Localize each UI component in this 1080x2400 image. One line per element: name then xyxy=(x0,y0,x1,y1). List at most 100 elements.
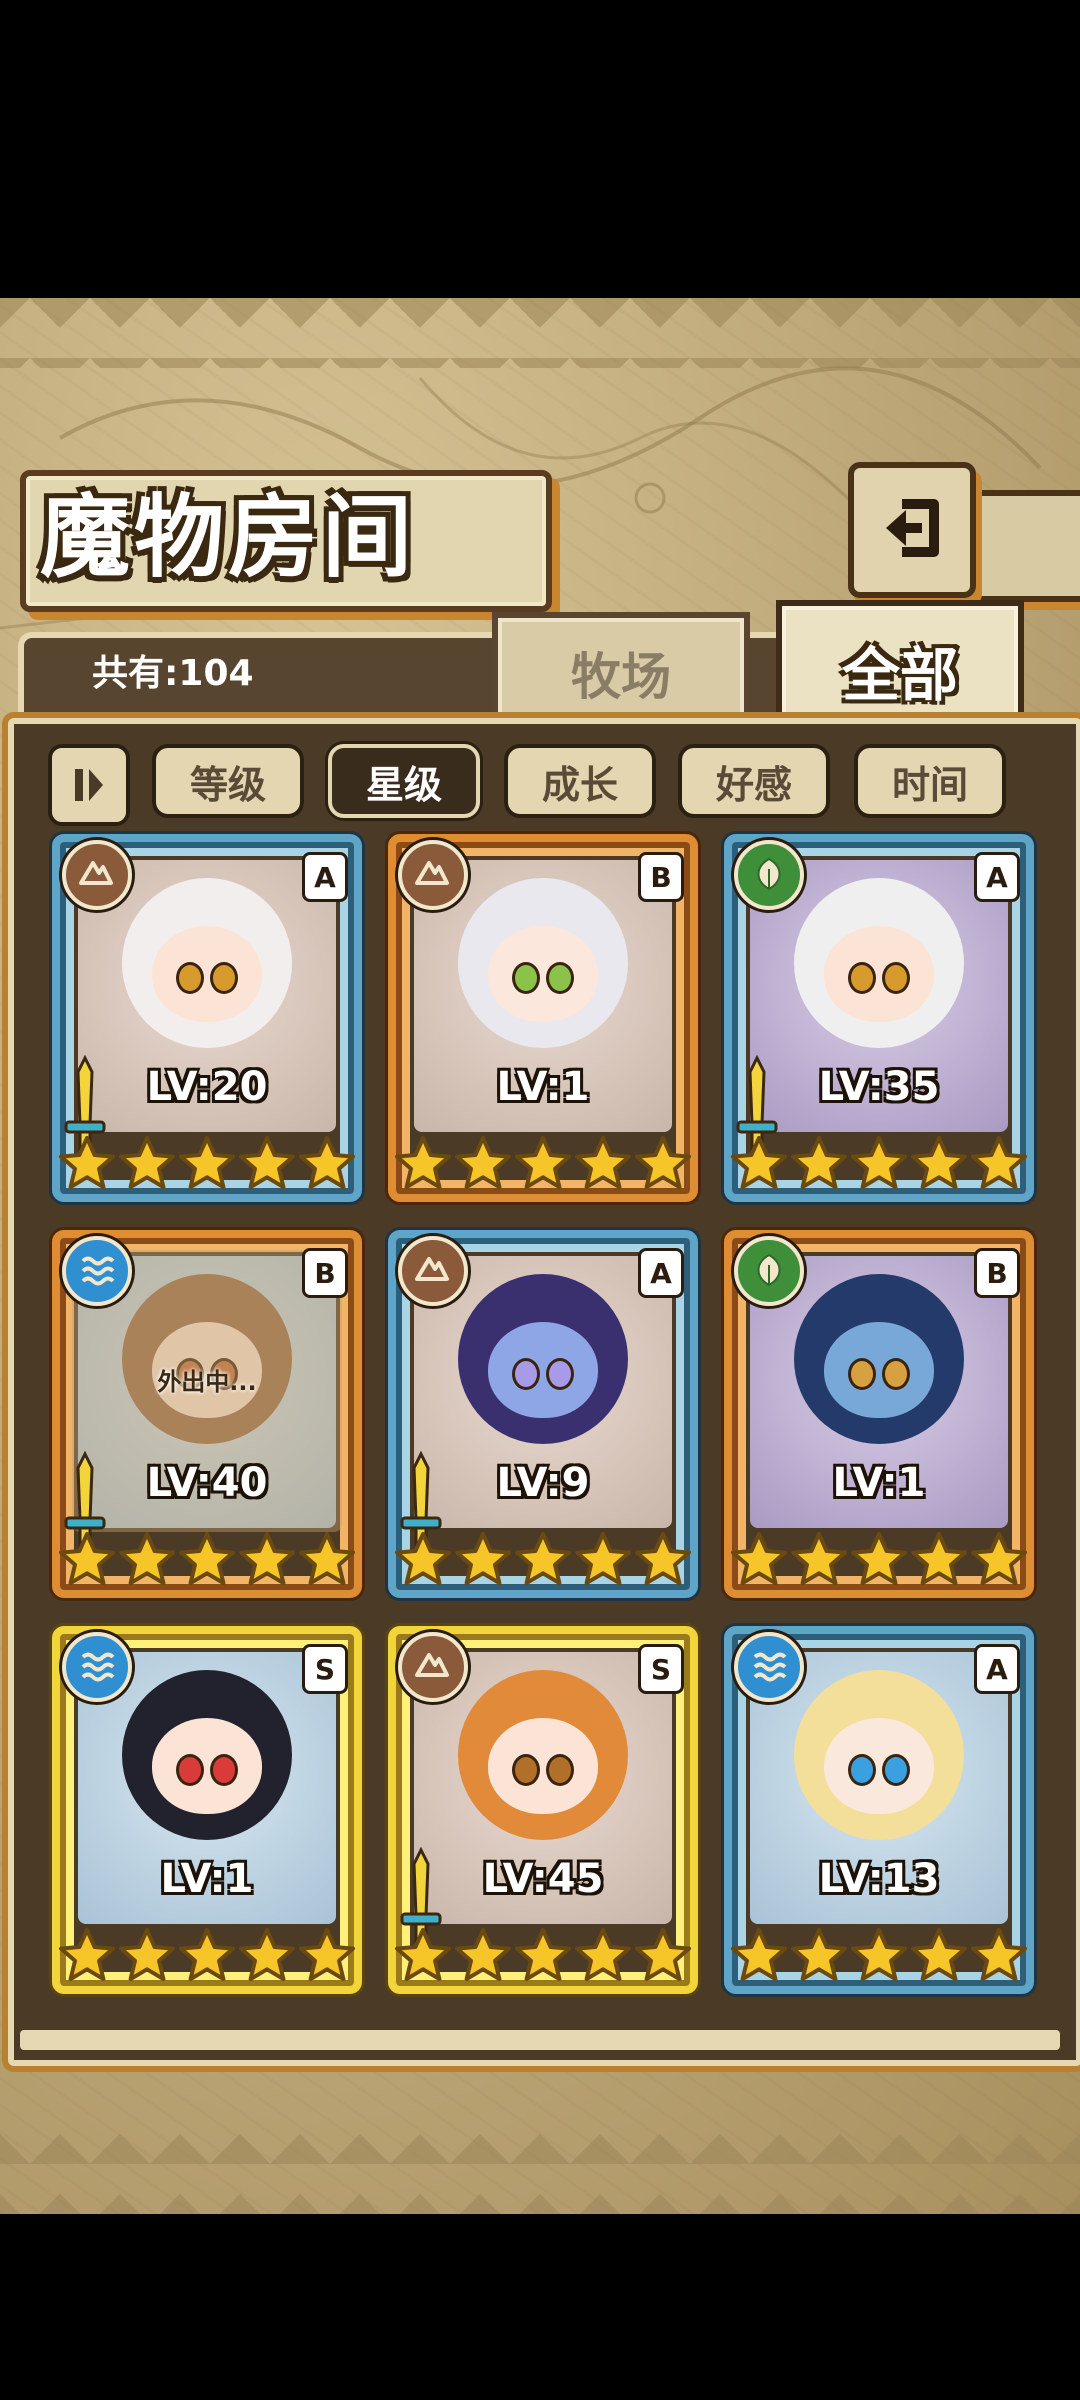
rank-badge: S xyxy=(638,1644,684,1694)
star-rating xyxy=(388,1926,698,1988)
star-icon xyxy=(911,1136,967,1189)
star-icon xyxy=(455,1532,511,1585)
star-icon xyxy=(731,1136,787,1189)
star-icon xyxy=(239,1532,295,1585)
monster-card[interactable]: A LV:20 xyxy=(52,834,362,1202)
star-rating xyxy=(724,1134,1034,1196)
filter-star-button[interactable]: 星级 xyxy=(328,744,480,818)
monster-level: LV:35 xyxy=(818,1064,940,1110)
star-icon xyxy=(119,1136,175,1189)
star-icon xyxy=(971,1928,1027,1981)
star-icon xyxy=(971,1532,1027,1585)
tab-all[interactable]: 全部 xyxy=(776,600,1024,734)
monster-card[interactable]: S LV:45 xyxy=(388,1626,698,1994)
filter-level-button[interactable]: 等级 xyxy=(152,744,304,818)
star-icon xyxy=(455,1136,511,1189)
star-icon xyxy=(239,1928,295,1981)
star-icon xyxy=(791,1136,847,1189)
away-status: 外出中... xyxy=(157,1368,257,1396)
rank-badge: A xyxy=(638,1248,684,1298)
page-title: 魔物房间 xyxy=(40,484,416,590)
back-button-strip xyxy=(960,490,1080,602)
star-icon xyxy=(911,1928,967,1981)
star-icon xyxy=(395,1532,451,1585)
panel-bottom-edge xyxy=(20,2030,1060,2050)
monster-level: LV:1 xyxy=(832,1460,926,1506)
star-icon xyxy=(179,1928,235,1981)
monster-card[interactable]: S LV:1 xyxy=(52,1626,362,1994)
monster-level: LV:1 xyxy=(496,1064,590,1110)
monster-level: LV:1 xyxy=(160,1856,254,1902)
star-icon xyxy=(119,1532,175,1585)
star-rating xyxy=(724,1530,1034,1592)
water-element-icon xyxy=(62,1236,132,1306)
back-arrow-icon xyxy=(886,499,939,557)
earth-element-icon xyxy=(62,840,132,910)
star-rating xyxy=(388,1530,698,1592)
rank-badge: S xyxy=(302,1644,348,1694)
back-button[interactable] xyxy=(848,462,976,598)
rank-badge: B xyxy=(638,852,684,902)
monster-card[interactable]: 外出中... B LV:40 xyxy=(52,1230,362,1598)
filter-time-button[interactable]: 时间 xyxy=(854,744,1006,818)
monster-level: LV:9 xyxy=(496,1460,590,1506)
star-icon xyxy=(59,1928,115,1981)
earth-element-icon xyxy=(398,840,468,910)
star-icon xyxy=(791,1928,847,1981)
monster-card[interactable]: B LV:1 xyxy=(724,1230,1034,1598)
star-icon xyxy=(299,1532,355,1585)
tab-ranch[interactable]: 牧场 xyxy=(492,612,750,728)
star-icon xyxy=(59,1136,115,1189)
star-icon xyxy=(635,1532,691,1585)
star-icon xyxy=(791,1532,847,1585)
star-icon xyxy=(851,1136,907,1189)
star-icon xyxy=(635,1136,691,1189)
star-icon xyxy=(575,1532,631,1585)
earth-element-icon xyxy=(398,1632,468,1702)
star-icon xyxy=(575,1928,631,1981)
monster-card[interactable]: A LV:35 xyxy=(724,834,1034,1202)
star-icon xyxy=(395,1136,451,1189)
star-icon xyxy=(395,1928,451,1981)
star-icon xyxy=(851,1532,907,1585)
earth-element-icon xyxy=(398,1236,468,1306)
star-icon xyxy=(179,1532,235,1585)
star-rating xyxy=(52,1926,362,1988)
monster-card[interactable]: A LV:9 xyxy=(388,1230,698,1598)
rank-badge: A xyxy=(974,852,1020,902)
filter-affection-button[interactable]: 好感 xyxy=(678,744,830,818)
monster-count: 共有:104 xyxy=(92,653,254,694)
star-rating xyxy=(724,1926,1034,1988)
water-element-icon xyxy=(62,1632,132,1702)
monster-level: LV:45 xyxy=(482,1856,604,1902)
filter-growth-button[interactable]: 成长 xyxy=(504,744,656,818)
star-icon xyxy=(575,1136,631,1189)
rank-badge: A xyxy=(974,1644,1020,1694)
star-icon xyxy=(59,1532,115,1585)
star-icon xyxy=(119,1928,175,1981)
star-icon xyxy=(239,1136,295,1189)
nature-element-icon xyxy=(734,1236,804,1306)
star-icon xyxy=(971,1136,1027,1189)
star-icon xyxy=(455,1928,511,1981)
star-icon xyxy=(851,1928,907,1981)
sort-toggle-button[interactable] xyxy=(48,744,130,826)
star-icon xyxy=(299,1136,355,1189)
star-icon xyxy=(731,1532,787,1585)
star-icon xyxy=(515,1532,571,1585)
star-rating xyxy=(52,1530,362,1592)
monster-level: LV:20 xyxy=(146,1064,268,1110)
rank-badge: A xyxy=(302,852,348,902)
star-rating xyxy=(388,1134,698,1196)
sort-filter-bar: 等级 星级 成长 好感 时间 xyxy=(48,744,1014,826)
monster-level: LV:13 xyxy=(818,1856,940,1902)
water-element-icon xyxy=(734,1632,804,1702)
sort-toggle-icon xyxy=(75,769,103,801)
monster-card[interactable]: B LV:1 xyxy=(388,834,698,1202)
nature-element-icon xyxy=(734,840,804,910)
monster-card[interactable]: A LV:13 xyxy=(724,1626,1034,1994)
rank-badge: B xyxy=(974,1248,1020,1298)
bottom-border-pattern xyxy=(0,2104,1080,2214)
star-icon xyxy=(635,1928,691,1981)
star-icon xyxy=(515,1136,571,1189)
